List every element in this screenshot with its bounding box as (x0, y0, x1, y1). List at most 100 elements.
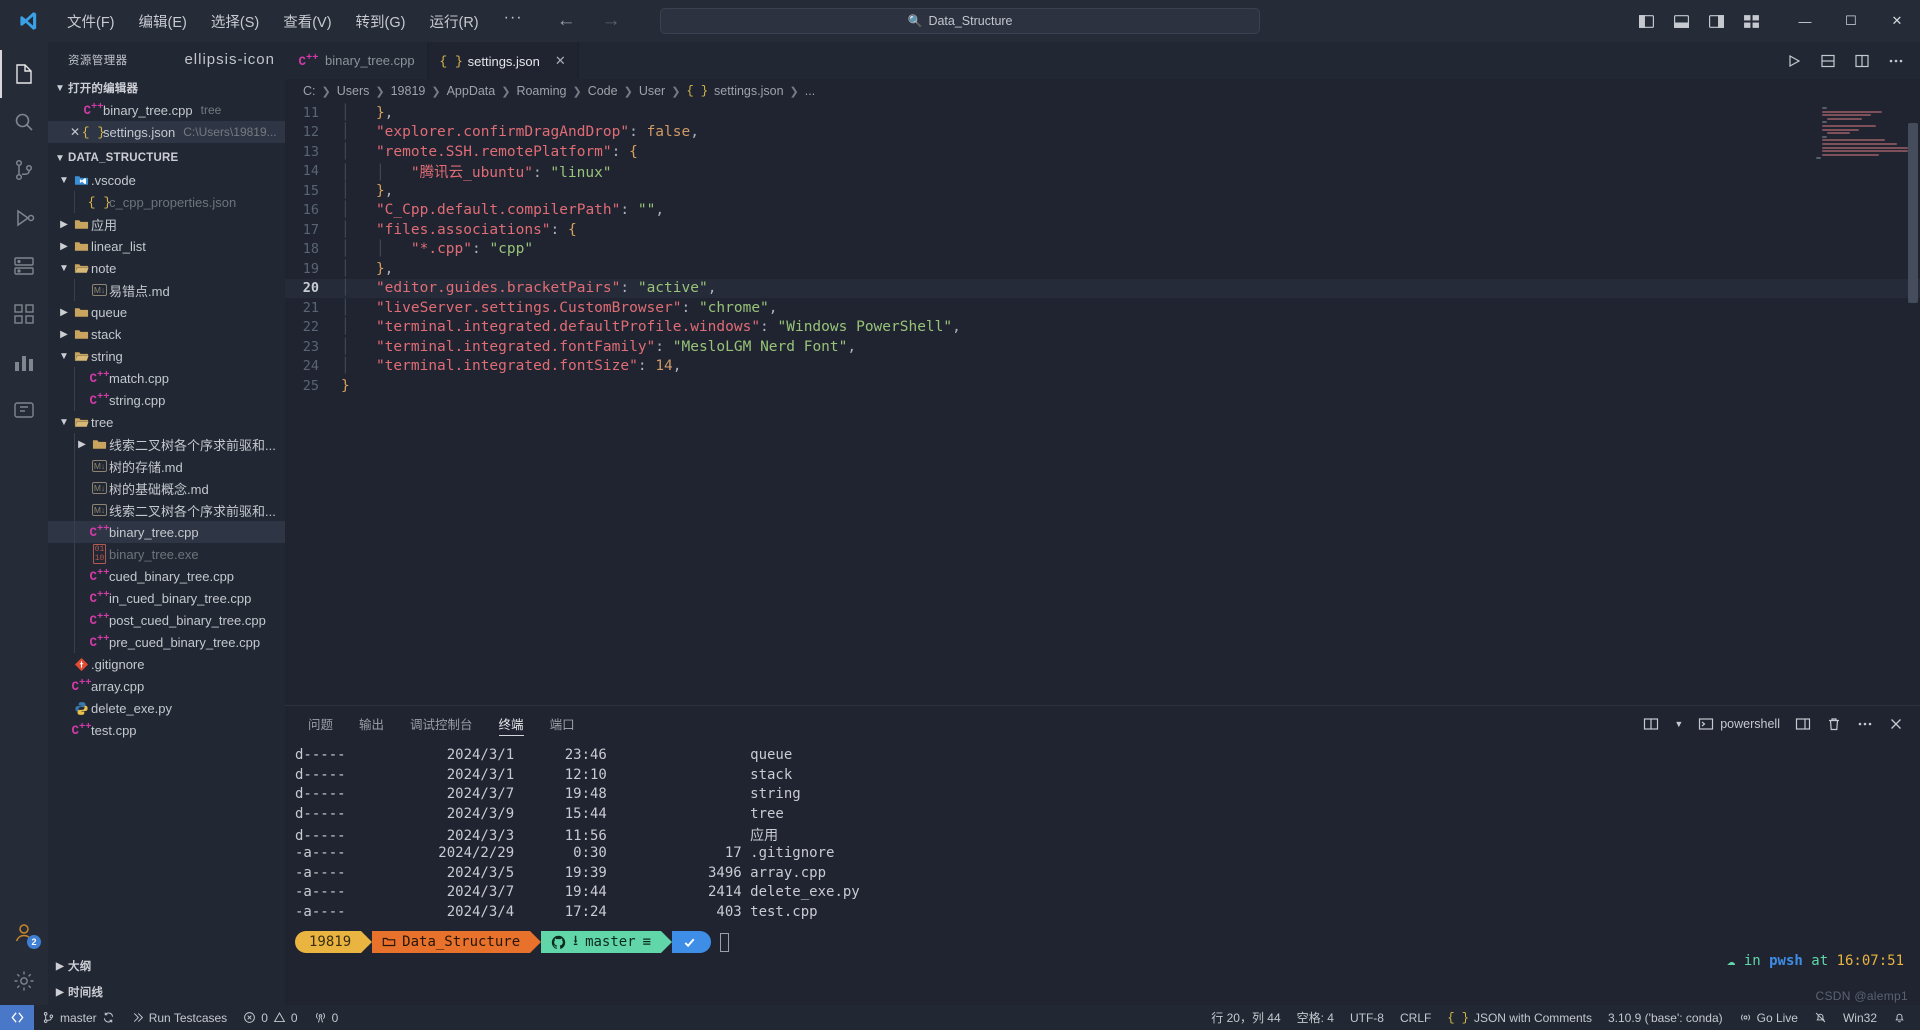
section-open-editors[interactable]: ▼ 打开的编辑器 (48, 77, 285, 99)
split-editor-right-icon[interactable] (1854, 53, 1870, 69)
customize-layout-icon[interactable] (1743, 13, 1760, 30)
toggle-secondary-sidebar-icon[interactable] (1708, 13, 1725, 30)
toggle-primary-sidebar-icon[interactable] (1638, 13, 1655, 30)
panel-tab-output[interactable]: 输出 (346, 706, 397, 741)
terminal-shell-selector[interactable]: powershell (1698, 716, 1780, 732)
tree-folder-row[interactable]: ▶ 应用 (48, 213, 285, 235)
code-editor[interactable]: 11 │ }, 12 │ "explorer.confirmDragAndDrop":… (285, 103, 1920, 705)
code-line[interactable]: 15 │ }, (285, 181, 1920, 201)
code-line[interactable]: 12 │ "explorer.confirmDragAndDrop": false… (285, 123, 1920, 143)
code-line[interactable]: 22 │ "terminal.integrated.defaultProfile.… (285, 318, 1920, 338)
tree-file-row[interactable]: C++ array.cpp (48, 675, 285, 697)
status-language-mode[interactable]: { } JSON with Comments (1439, 1005, 1600, 1030)
status-cursor-position[interactable]: 行 20，列 44 (1203, 1005, 1288, 1030)
tree-file-row[interactable]: M↓ 易错点.md (48, 279, 285, 301)
scrollbar-thumb[interactable] (1908, 123, 1918, 303)
status-notifications[interactable] (1885, 1005, 1914, 1030)
breadcrumb-item[interactable]: ... (805, 84, 815, 98)
menu-run[interactable]: 运行(R) (418, 7, 489, 36)
tree-file-row[interactable]: C++ match.cpp (48, 367, 285, 389)
tree-folder-row[interactable]: ▶ 线索二叉树各个序求前驱和... (48, 433, 285, 455)
terminal-output[interactable]: d----- 2024/3/1 23:46 queue d----- 2024/3… (285, 741, 1920, 1005)
status-go-live[interactable]: Go Live (1731, 1005, 1806, 1030)
activitybar-testing[interactable] (0, 338, 48, 386)
code-line[interactable]: 13 │ "remote.SSH.remotePlatform": { (285, 142, 1920, 162)
status-run-testcases[interactable]: Run Testcases (123, 1005, 236, 1030)
status-indentation[interactable]: 空格: 4 (1289, 1005, 1342, 1030)
panel-tab-debug-console[interactable]: 调试控制台 (397, 706, 486, 741)
menu-file[interactable]: 文件(F) (56, 7, 126, 36)
tree-file-row[interactable]: { } c_cpp_properties.json (48, 191, 285, 213)
tree-file-row[interactable]: C++ binary_tree.cpp (48, 521, 285, 543)
code-line[interactable]: 19 │ }, (285, 259, 1920, 279)
activitybar-remote-explorer[interactable] (0, 242, 48, 290)
activitybar-docker[interactable] (0, 386, 48, 434)
code-line[interactable]: 14 │ │ "腾讯云_ubuntu": "linux" (285, 162, 1920, 182)
activitybar-explorer[interactable] (0, 50, 48, 98)
activitybar-extensions[interactable] (0, 290, 48, 338)
split-editor-down-icon[interactable] (1820, 53, 1836, 69)
toggle-panel-icon[interactable] (1673, 13, 1690, 30)
open-editor-settings-json[interactable]: ✕ { } settings.json C:\Users\19819... (48, 121, 285, 143)
menu-go[interactable]: 转到(G) (345, 7, 417, 36)
run-icon[interactable] (1786, 53, 1802, 69)
tree-file-row[interactable]: C++ in_cued_binary_tree.cpp (48, 587, 285, 609)
tree-folder-row[interactable]: ▼ .vscode (48, 169, 285, 191)
tree-file-row[interactable]: C++ pre_cued_binary_tree.cpp (48, 631, 285, 653)
section-timeline[interactable]: ▶ 时间线 (48, 979, 285, 1005)
code-line[interactable]: 23 │ "terminal.integrated.fontFamily": "M… (285, 337, 1920, 357)
breadcrumb-item[interactable]: AppData (447, 84, 496, 98)
breadcrumb-item[interactable]: 19819 (391, 84, 426, 98)
panel-tab-ports[interactable]: 端口 (537, 706, 588, 741)
code-line[interactable]: 18 │ │ "*.cpp": "cpp" (285, 240, 1920, 260)
status-ports[interactable]: 0 (306, 1005, 347, 1030)
window-close-button[interactable]: ✕ (1874, 0, 1920, 42)
section-workspace[interactable]: ▼ DATA_STRUCTURE (48, 147, 285, 169)
code-line[interactable]: 25} (285, 376, 1920, 396)
more-actions-icon[interactable] (1888, 53, 1904, 69)
arrow-right-icon[interactable]: → (602, 10, 621, 32)
tree-folder-row[interactable]: ▶ queue (48, 301, 285, 323)
breadcrumb-item[interactable]: User (639, 84, 665, 98)
status-eol[interactable]: CRLF (1392, 1005, 1439, 1030)
menu-edit[interactable]: 编辑(E) (128, 7, 198, 36)
ellipsis-icon[interactable] (1857, 716, 1873, 732)
breadcrumb-item[interactable]: Users (337, 84, 370, 98)
tree-folder-row[interactable]: ▼ string (48, 345, 285, 367)
menu-more-button[interactable]: ··· (492, 7, 535, 35)
activitybar-manage[interactable] (0, 957, 48, 1005)
activitybar-accounts[interactable]: 2 (0, 909, 48, 957)
tree-file-row[interactable]: M↓ 线索二叉树各个序求前驱和... (48, 499, 285, 521)
status-python-interpreter[interactable]: 3.10.9 ('base': conda) (1600, 1005, 1731, 1030)
tree-file-row[interactable]: .gitignore (48, 653, 285, 675)
code-line[interactable]: 20 │ "editor.guides.bracketPairs": "activ… (285, 278, 1920, 298)
breadcrumb-item[interactable]: Code (588, 84, 618, 98)
tree-file-row[interactable]: C++ string.cpp (48, 389, 285, 411)
code-line[interactable]: 17 │ "files.associations": { (285, 220, 1920, 240)
close-icon[interactable]: ✕ (555, 53, 566, 69)
minimap[interactable] (1816, 107, 1908, 179)
activitybar-search[interactable] (0, 98, 48, 146)
tab-binary-tree-cpp[interactable]: C++ binary_tree.cpp (285, 42, 428, 79)
ellipsis-icon[interactable]: ellipsis-icon (184, 51, 275, 68)
menu-selection[interactable]: 选择(S) (200, 7, 270, 36)
activitybar-run-debug[interactable] (0, 194, 48, 242)
trash-icon[interactable] (1826, 716, 1842, 732)
open-editor-binary-tree-cpp[interactable]: C++ binary_tree.cpp tree (48, 99, 285, 121)
tree-folder-row[interactable]: ▶ linear_list (48, 235, 285, 257)
layout-terminal-icon[interactable] (1795, 716, 1811, 732)
tree-folder-row[interactable]: ▼ tree (48, 411, 285, 433)
status-encoding[interactable]: UTF-8 (1342, 1005, 1392, 1030)
tree-file-row[interactable]: C++ test.cpp (48, 719, 285, 741)
breadcrumb-item[interactable]: settings.json (714, 84, 783, 98)
status-branch[interactable]: master (34, 1005, 123, 1030)
command-center[interactable]: 🔍 Data_Structure (660, 8, 1260, 34)
panel-tab-problems[interactable]: 问题 (295, 706, 346, 741)
editor-scrollbar[interactable] (1906, 103, 1920, 705)
tree-file-row[interactable]: C++ post_cued_binary_tree.cpp (48, 609, 285, 631)
tree-file-row[interactable]: delete_exe.py (48, 697, 285, 719)
code-line[interactable]: 16 │ "C_Cpp.default.compilerPath": "", (285, 201, 1920, 221)
tree-file-row[interactable]: M↓ 树的存储.md (48, 455, 285, 477)
menu-view[interactable]: 查看(V) (272, 7, 342, 36)
tree-file-row[interactable]: C++ cued_binary_tree.cpp (48, 565, 285, 587)
